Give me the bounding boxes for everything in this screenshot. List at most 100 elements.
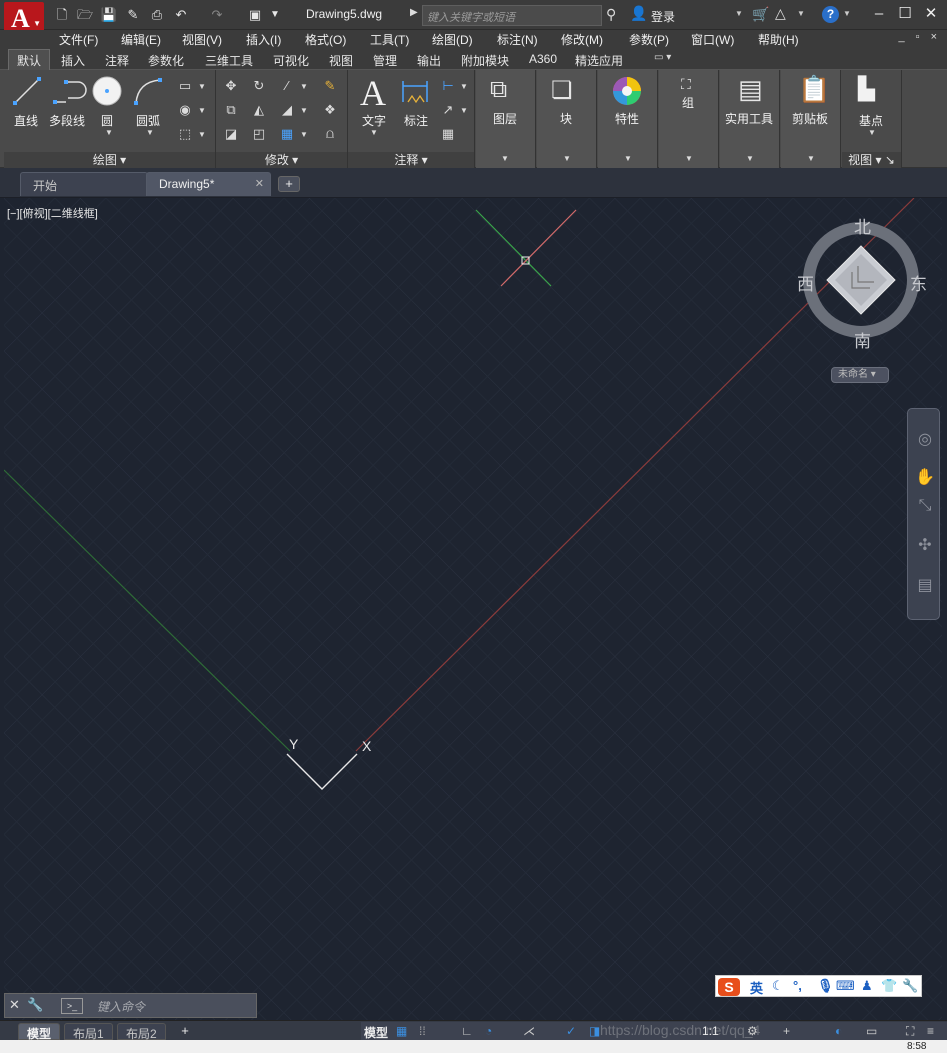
plot-icon[interactable]: ▣ (246, 6, 264, 24)
panel-block[interactable]: ❏ 块 ▼ (537, 70, 597, 168)
menu-edit[interactable]: 编辑(E) (121, 31, 161, 48)
chevron-down-icon[interactable]: ▼ (797, 9, 805, 18)
rectangle-icon[interactable]: ▭ (177, 78, 193, 94)
erase-icon[interactable]: ✎ (322, 78, 338, 94)
wrench-icon[interactable]: 🔧 (902, 978, 918, 994)
add-layout-button[interactable]: + (176, 1024, 194, 1039)
basepoint-icon[interactable]: ▙ (858, 76, 875, 102)
viewport-controls[interactable]: [−][俯视][二维线框] (7, 205, 98, 221)
tab-view[interactable]: 视图 (329, 52, 353, 69)
polar-icon[interactable]: ◔ (485, 1024, 492, 1038)
panel-title-draw[interactable]: 绘图 ▾ (4, 152, 215, 168)
keyboard-icon[interactable]: ⌨ (836, 978, 855, 994)
command-prompt-icon[interactable]: >_ (61, 998, 83, 1014)
zoom-extents-icon[interactable]: ⤡ (914, 497, 936, 519)
menu-draw[interactable]: 绘图(D) (432, 31, 473, 48)
ime-language-toggle[interactable]: 英 (750, 978, 763, 997)
text-icon[interactable]: A (360, 72, 386, 114)
linear-dimension-icon[interactable]: ⊢ (440, 78, 456, 94)
tab-3d-tools[interactable]: 三维工具 (205, 52, 253, 69)
chevron-down-icon[interactable]: ▼ (146, 128, 154, 137)
tab-start[interactable]: 开始 (20, 172, 148, 196)
panel-title-modify[interactable]: 修改 ▾ (216, 152, 347, 168)
user-center-icon[interactable]: ♟ (861, 978, 873, 994)
print-icon[interactable]: ⎙ (148, 6, 166, 24)
chevron-down-icon[interactable]: ▼ (300, 130, 308, 139)
menu-window[interactable]: 窗口(W) (691, 31, 734, 48)
menu-dimension[interactable]: 标注(N) (497, 31, 538, 48)
skin-icon[interactable]: 👕 (881, 978, 897, 994)
tab-addins[interactable]: 附加模块 (461, 52, 509, 69)
chevron-down-icon[interactable]: ▼ (198, 130, 206, 139)
search-input[interactable]: 键入关键字或短语 (422, 5, 602, 26)
punctuation-icon[interactable]: °, (793, 978, 802, 993)
new-tab-button[interactable]: + (278, 176, 300, 192)
panel-clipboard[interactable]: 📋 剪贴板 ▼ (781, 70, 841, 168)
menu-parameters[interactable]: 参数(P) (629, 31, 669, 48)
fullscreen-icon[interactable]: ⛶ (906, 1024, 914, 1039)
chevron-down-icon[interactable]: ▼ (370, 128, 378, 137)
snap-icon[interactable]: ⁞⁞ (419, 1024, 426, 1038)
polyline-button[interactable]: 多段线 (49, 112, 85, 129)
menu-format[interactable]: 格式(O) (305, 31, 346, 48)
ortho-icon[interactable]: ∟ (461, 1024, 473, 1038)
orbit-icon[interactable]: ✣ (914, 535, 936, 557)
help-icon[interactable]: ? (822, 6, 839, 23)
tab-drawing5[interactable]: Drawing5* ✕ (146, 172, 271, 196)
tab-visualize[interactable]: 可视化 (273, 52, 309, 69)
new-file-icon[interactable]: 🗋 (53, 6, 71, 24)
customize-icon[interactable]: ≡ (927, 1024, 934, 1038)
menu-file[interactable]: 文件(F) (59, 31, 98, 48)
tab-annotate[interactable]: 注释 (105, 52, 129, 69)
move-icon[interactable]: ✥ (223, 78, 239, 94)
microphone-icon[interactable]: 🎙 (817, 978, 834, 994)
viewcube[interactable]: 北 南 东 西 未命名 ▾ (797, 218, 927, 393)
isodraft-icon[interactable]: ⋌ (523, 1024, 535, 1038)
user-icon[interactable]: 👤 (630, 5, 647, 22)
fillet-icon[interactable]: ◢ (279, 102, 295, 118)
compass-east[interactable]: 东 (910, 270, 927, 295)
login-button[interactable]: 登录 (651, 8, 675, 25)
command-input[interactable]: 键入命令 (97, 998, 145, 1015)
pan-icon[interactable]: ✋ (914, 467, 936, 489)
undo-icon[interactable]: ↶ (172, 6, 190, 24)
moon-icon[interactable]: ☾ (772, 978, 784, 994)
array-icon[interactable]: ▦ (279, 126, 295, 142)
dimension-button[interactable]: 标注 (404, 112, 428, 129)
steering-wheel-icon[interactable]: ◎ (914, 429, 936, 451)
isolate-icon[interactable]: ◐ (835, 1024, 842, 1038)
tab-default[interactable]: 默认 (17, 52, 41, 69)
close-button[interactable]: ✕ (920, 4, 942, 24)
panel-properties[interactable]: 特性 ▼ (598, 70, 658, 168)
minimize-button[interactable]: – (868, 4, 890, 24)
tab-parametric[interactable]: 参数化 (148, 52, 184, 69)
compass-south[interactable]: 南 (854, 327, 871, 352)
panel-utilities[interactable]: ▤ 实用工具 ▼ (720, 70, 780, 168)
chevron-down-icon[interactable]: ▼ (300, 82, 308, 91)
mirror-icon[interactable]: ◭ (251, 102, 267, 118)
ucs-selector[interactable]: 未命名 ▾ (831, 367, 889, 383)
line-icon[interactable] (12, 76, 42, 106)
menu-modify[interactable]: 修改(M) (561, 31, 603, 48)
tab-a360[interactable]: A360 (529, 52, 557, 66)
menu-insert[interactable]: 插入(I) (246, 31, 281, 48)
leader-icon[interactable]: ↗ (440, 102, 456, 118)
chevron-down-icon[interactable]: ▼ (460, 82, 468, 91)
close-icon[interactable]: ✕ (255, 177, 264, 190)
tab-insert[interactable]: 插入 (61, 52, 85, 69)
document-window-controls[interactable]: _ ▫ × (898, 31, 941, 43)
chevron-down-icon[interactable]: ▼ (843, 9, 851, 18)
plus-icon[interactable]: + (783, 1024, 790, 1038)
drawing-viewport[interactable]: Y X [−][俯视][二维线框] 北 南 东 西 未命名 ▾ ◎ ✋ ⤡ ✣ … (4, 198, 942, 1020)
trim-icon[interactable]: ⁄ (279, 78, 295, 94)
chevron-down-icon[interactable]: ▼ (868, 128, 876, 137)
offset-icon[interactable]: ⩍ (322, 126, 338, 142)
scale-icon[interactable]: ◰ (251, 126, 267, 142)
compass-west[interactable]: 西 (797, 270, 814, 295)
polyline-icon[interactable] (52, 76, 88, 106)
basepoint-button[interactable]: 基点 (859, 112, 883, 129)
chevron-down-icon[interactable]: ▼ (735, 9, 743, 18)
menu-tools[interactable]: 工具(T) (370, 31, 409, 48)
circle-icon[interactable] (91, 75, 123, 107)
tab-layout1[interactable]: 布局1 (64, 1023, 113, 1041)
